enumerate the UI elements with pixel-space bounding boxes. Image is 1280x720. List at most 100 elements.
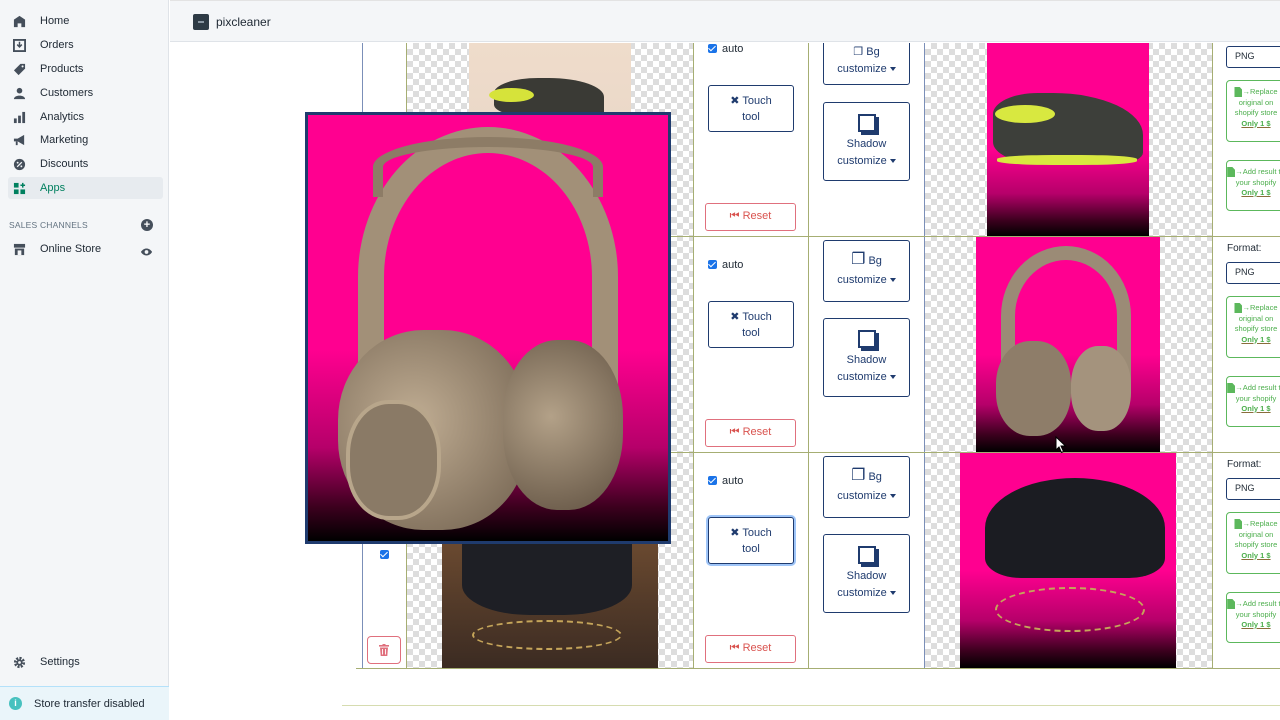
rewind-icon: ⏮ [729, 642, 740, 654]
shadow-customize-button[interactable]: Shadow customize [823, 318, 910, 397]
bg-customize-button[interactable]: ❐ Bg customize [823, 43, 910, 85]
button-label: original on [1238, 529, 1274, 539]
sidebar-item-orders[interactable]: Orders [8, 34, 163, 56]
button-label: customize [837, 371, 887, 383]
gear-icon [11, 654, 27, 670]
touch-tool-button[interactable]: ✖ Touch tool [708, 301, 794, 348]
row-divider [356, 668, 1280, 669]
price-label: Only 1 $ [1241, 550, 1271, 560]
button-label: tool [742, 327, 760, 339]
info-icon: i [9, 697, 22, 710]
auto-checkbox[interactable] [708, 44, 717, 53]
button-label: Add result to [1242, 383, 1280, 392]
touch-tool-button[interactable]: ✖ Touch tool [708, 517, 794, 564]
button-label: tool [742, 543, 760, 555]
sidebar-item-label: Apps [40, 182, 66, 194]
sidebar-item-marketing[interactable]: Marketing [8, 129, 163, 151]
shadow-icon [857, 330, 876, 348]
button-label: Touch [742, 311, 772, 323]
format-label: Format: [1227, 459, 1262, 470]
add-result-button[interactable]: →Add result toyour shopifyOnly 1 $ [1226, 592, 1280, 643]
preview-image-headphones [308, 115, 668, 541]
sidebar-item-label: Customers [40, 87, 94, 99]
format-select[interactable]: PNG [1226, 262, 1280, 284]
format-select[interactable]: PNG [1226, 478, 1280, 500]
button-label: Reset [742, 210, 772, 222]
button-label: Replace [1249, 519, 1278, 528]
bg-icon: ❐ [851, 251, 866, 268]
sidebar-item-analytics[interactable]: Analytics [8, 106, 163, 128]
replace-original-button[interactable]: →Replace original on shopify store Only 1 $ [1226, 296, 1280, 358]
sidebar-item-label: Settings [40, 656, 80, 668]
sidebar-item-home[interactable]: Home [8, 10, 163, 32]
replace-original-button[interactable]: →Replace original on shopify store Only 1 $ [1226, 512, 1280, 574]
row-select-checkbox[interactable] [380, 550, 389, 559]
store-icon [11, 241, 27, 257]
button-label: shopify store [1234, 324, 1278, 333]
rewind-icon: ⏮ [729, 426, 740, 438]
button-label: original on [1238, 97, 1274, 107]
result-image-headphones[interactable] [976, 236, 1160, 452]
bg-icon: ❐ [853, 46, 864, 58]
touch-tool-button[interactable]: ✖ Touch tool [708, 85, 794, 132]
divider [1212, 43, 1213, 668]
price-label: Only 1 $ [1241, 334, 1271, 344]
auto-checkbox[interactable] [708, 260, 717, 269]
caret-down-icon [889, 375, 896, 380]
auto-label: auto [722, 259, 744, 271]
auto-checkbox[interactable] [708, 476, 717, 485]
store-transfer-banner: i Store transfer disabled [0, 686, 169, 720]
sidebar-item-label: Home [40, 15, 70, 27]
caret-down-icon [889, 591, 896, 596]
replace-original-button[interactable]: →Replace original on shopify store Only 1 $ [1226, 80, 1280, 142]
caret-down-icon [889, 278, 896, 283]
caret-down-icon [889, 67, 896, 72]
shadow-icon [857, 546, 876, 564]
bg-customize-button[interactable]: ❐ Bg customize [823, 240, 910, 302]
reset-button[interactable]: ⏮ Reset [705, 203, 796, 231]
sidebar-item-discounts[interactable]: Discounts [8, 153, 163, 175]
button-label: Reset [742, 642, 772, 654]
eye-icon[interactable] [140, 244, 153, 262]
sidebar: Home Orders Products Customers Analytics… [0, 0, 169, 720]
file-export-icon [1227, 167, 1236, 178]
reset-button[interactable]: ⏮ Reset [705, 419, 796, 447]
caret-down-icon [889, 494, 896, 499]
add-result-button[interactable]: →Add result toyour shopifyOnly 1 $ [1226, 160, 1280, 211]
tools-icon: ✖ [730, 95, 740, 107]
button-label: Shadow [846, 138, 887, 150]
sidebar-item-customers[interactable]: Customers [8, 82, 163, 104]
result-image-sneaker[interactable] [987, 43, 1149, 236]
button-label: shopify store [1234, 108, 1278, 117]
bg-customize-button[interactable]: ❐ Bg customize [823, 456, 910, 518]
sidebar-item-settings[interactable]: Settings [8, 651, 163, 673]
person-icon [11, 85, 27, 101]
sidebar-item-products[interactable]: Products [8, 58, 163, 80]
megaphone-icon [11, 132, 27, 148]
add-channel-icon[interactable]: + [141, 219, 153, 231]
shadow-customize-button[interactable]: Shadow customize [823, 534, 910, 613]
button-label: Replace [1249, 303, 1278, 312]
delete-button[interactable] [367, 636, 401, 664]
format-select[interactable]: PNG [1226, 46, 1280, 68]
auto-label: auto [722, 475, 744, 487]
home-icon [11, 13, 27, 29]
sidebar-item-label: Analytics [40, 111, 85, 123]
button-label: customize [837, 587, 887, 599]
reset-button[interactable]: ⏮ Reset [705, 635, 796, 663]
button-label: tool [742, 111, 760, 123]
divider [693, 43, 694, 668]
rewind-icon: ⏮ [729, 210, 740, 222]
button-label: your shopify [1235, 609, 1277, 619]
trash-icon [379, 644, 389, 656]
original-image-handbag[interactable] [442, 540, 658, 668]
file-export-icon [1234, 87, 1243, 98]
button-label: your shopify [1235, 393, 1277, 403]
sales-channels-title: SALES CHANNELS [9, 220, 88, 230]
shadow-customize-button[interactable]: Shadow customize [823, 102, 910, 181]
sidebar-item-apps[interactable]: Apps [8, 177, 163, 199]
result-image-handbag[interactable] [960, 452, 1176, 668]
button-label: original on [1238, 313, 1274, 323]
shadow-icon [857, 114, 876, 132]
add-result-button[interactable]: →Add result toyour shopifyOnly 1 $ [1226, 376, 1280, 427]
